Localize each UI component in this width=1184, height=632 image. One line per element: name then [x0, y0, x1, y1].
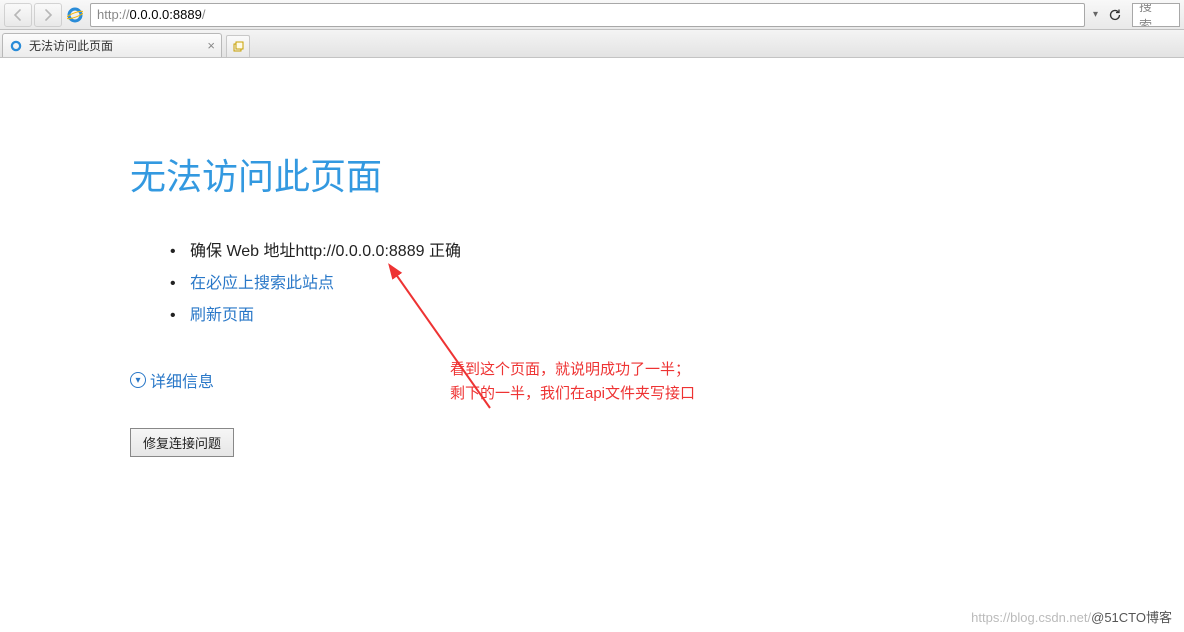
suggestion-refresh: 刷新页面: [170, 300, 1184, 332]
search-bing-link[interactable]: 在必应上搜索此站点: [190, 275, 334, 292]
url-host: 0.0.0.0:8889: [130, 7, 202, 22]
url-path: /: [202, 7, 206, 22]
search-input[interactable]: 搜索...: [1132, 3, 1180, 27]
back-button[interactable]: [4, 3, 32, 27]
tab-bar: 无法访问此页面 ×: [0, 30, 1184, 58]
tab-close-icon[interactable]: ×: [207, 38, 215, 53]
address-dropdown-icon[interactable]: ▾: [1093, 9, 1098, 20]
error-heading: 无法访问此页面: [130, 148, 1184, 200]
new-tab-button[interactable]: [226, 35, 250, 57]
search-placeholder: 搜索...: [1139, 3, 1173, 27]
tab-title: 无法访问此页面: [29, 37, 201, 54]
address-bar[interactable]: http://0.0.0.0:8889/: [90, 3, 1085, 27]
refresh-button[interactable]: [1104, 4, 1126, 26]
ie-logo-icon: [66, 6, 84, 24]
watermark-dark: @51CTO博客: [1091, 610, 1172, 625]
suggestion-check-address: 确保 Web 地址http://0.0.0.0:8889 正确: [170, 236, 1184, 268]
suggestion-search-bing: 在必应上搜索此站点: [170, 268, 1184, 300]
watermark-faint: https://blog.csdn.net/: [971, 610, 1091, 625]
annotation-text: 看到这个页面，就说明成功了一半； 剩下的一半，我们在api文件夹写接口: [450, 358, 695, 406]
fix-connection-button[interactable]: 修复连接问题: [130, 428, 234, 457]
refresh-page-link[interactable]: 刷新页面: [190, 307, 254, 324]
chevron-down-icon: ▾: [130, 372, 146, 388]
url-protocol: http://: [97, 7, 130, 22]
address-bar-controls: ▾: [1093, 4, 1126, 26]
error-page-content: 无法访问此页面 确保 Web 地址http://0.0.0.0:8889 正确 …: [0, 58, 1184, 457]
watermark: https://blog.csdn.net/@51CTO博客: [971, 607, 1172, 626]
annotation-line1: 看到这个页面，就说明成功了一半；: [450, 358, 695, 382]
details-label: 详细信息: [150, 368, 214, 392]
forward-button[interactable]: [34, 3, 62, 27]
error-suggestions-list: 确保 Web 地址http://0.0.0.0:8889 正确 在必应上搜索此站…: [170, 236, 1184, 332]
tab-active[interactable]: 无法访问此页面 ×: [2, 33, 222, 57]
browser-navigation-bar: http://0.0.0.0:8889/ ▾ 搜索...: [0, 0, 1184, 30]
ie-favicon-icon: [9, 39, 23, 53]
annotation-line2: 剩下的一半，我们在api文件夹写接口: [450, 382, 695, 406]
